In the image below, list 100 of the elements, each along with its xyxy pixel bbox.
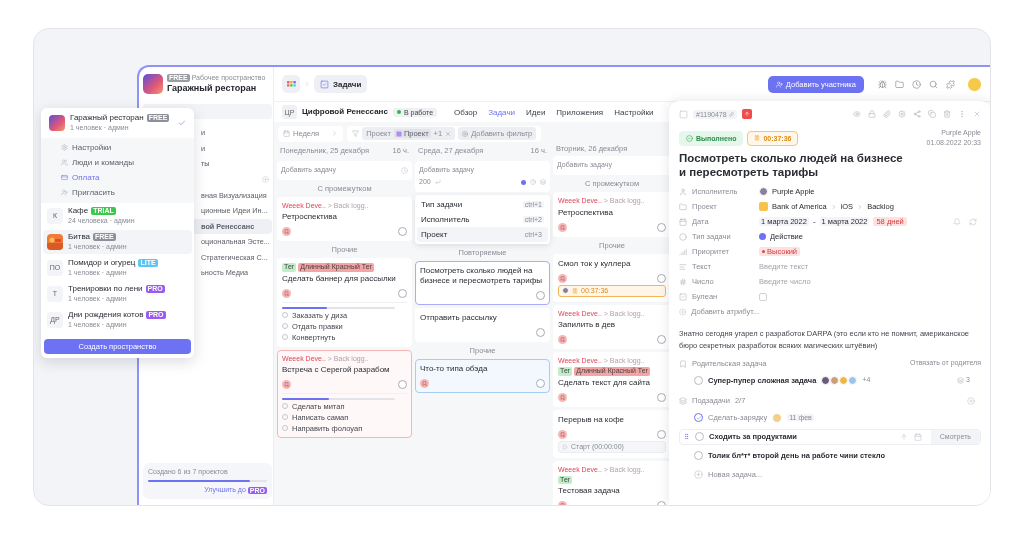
folder-icon[interactable] <box>895 79 904 89</box>
copy-icon[interactable] <box>928 110 936 118</box>
task-icon <box>320 79 329 89</box>
flag-button[interactable] <box>741 109 752 119</box>
puzzle-icon[interactable] <box>946 79 955 89</box>
clock-icon[interactable] <box>530 179 536 186</box>
card-title: Сделать текст для сайта <box>558 377 651 388</box>
complete-checkbox[interactable] <box>398 288 407 298</box>
apps-icon <box>286 81 296 87</box>
project-tab[interactable]: Идеи <box>526 107 546 117</box>
settings-icon[interactable] <box>898 110 906 118</box>
task-checkbox[interactable] <box>694 413 703 422</box>
bell-icon[interactable] <box>953 217 961 226</box>
people-icon <box>61 158 68 166</box>
avatar[interactable] <box>967 76 982 92</box>
workspace-logo <box>49 114 65 131</box>
close-icon[interactable] <box>973 110 981 118</box>
apps-button[interactable] <box>282 75 300 93</box>
clock-icon[interactable] <box>401 166 408 174</box>
task-card[interactable]: Что-то типа обэда <box>415 358 550 393</box>
bug-icon[interactable] <box>878 79 887 89</box>
menu-item[interactable]: Оплата <box>41 169 194 185</box>
workspace-name: Тренировки по лени <box>68 283 143 294</box>
priority-icon[interactable] <box>899 432 908 441</box>
complete-checkbox[interactable] <box>657 222 666 232</box>
date-separator: - <box>812 217 816 227</box>
complete-checkbox[interactable] <box>657 334 666 344</box>
complete-checkbox[interactable] <box>657 392 666 402</box>
menu-item-label: Проект <box>421 229 448 239</box>
parent-icon <box>679 359 687 368</box>
project-icon <box>558 222 567 232</box>
task-title: Посмотреть сколько людей на бизнесе и пересмотреть тарифы <box>679 150 904 180</box>
complete-checkbox[interactable] <box>398 227 407 237</box>
add-project-icon[interactable] <box>262 176 269 183</box>
drag-handle-icon[interactable] <box>683 433 690 440</box>
card-title: Ретроспектива <box>558 207 614 218</box>
paperclip-icon[interactable] <box>883 110 891 118</box>
sidebar-icon[interactable] <box>679 109 688 119</box>
card-title: Встреча с Серегой разрабом <box>282 364 391 375</box>
complete-checkbox[interactable] <box>398 379 407 389</box>
card-title: Отправить рассылку <box>420 312 498 323</box>
menu-item[interactable]: Настройки <box>41 139 194 155</box>
task-card[interactable]: Отправить рассылку <box>415 307 550 342</box>
project-tab[interactable]: Обзор <box>454 107 478 117</box>
number-icon <box>679 277 687 286</box>
complete-checkbox[interactable] <box>657 273 666 283</box>
chevron-icon <box>830 203 837 210</box>
repeat-icon[interactable] <box>969 217 977 226</box>
person-icon <box>679 187 687 196</box>
arrow-icon <box>743 111 750 117</box>
priority-icon <box>679 247 687 256</box>
project-icon <box>420 378 429 388</box>
card-title: Смол ток у куллера <box>558 258 632 269</box>
type-dot <box>521 179 526 185</box>
lock-icon[interactable] <box>868 110 876 118</box>
eye-icon[interactable] <box>853 110 861 118</box>
project-icon <box>558 273 567 283</box>
share-icon[interactable] <box>913 110 921 118</box>
avatar <box>759 187 768 197</box>
complete-checkbox[interactable] <box>536 327 545 337</box>
project-icon <box>282 379 291 389</box>
type-dot <box>759 233 766 241</box>
play-icon <box>562 443 568 450</box>
project-color-icon <box>395 130 402 137</box>
filter-icon[interactable] <box>352 130 360 137</box>
trash-icon[interactable] <box>943 110 951 118</box>
task-card[interactable]: Посмотреть сколько людей на бизнесе и пересмотреть тарифы <box>415 260 550 305</box>
clock-icon[interactable] <box>912 79 921 89</box>
menu-item[interactable]: Люди и команды <box>41 154 194 170</box>
search-icon[interactable] <box>929 79 938 89</box>
project-icon <box>558 392 567 402</box>
subtasks-icon <box>679 396 687 405</box>
project-icon <box>282 227 291 237</box>
complete-checkbox[interactable] <box>536 290 545 300</box>
project-icon <box>759 202 768 212</box>
close-icon[interactable] <box>445 130 452 137</box>
dates-icon <box>679 217 687 226</box>
menu-item[interactable]: Пригласить <box>41 184 194 200</box>
add-subtask-icon[interactable] <box>967 396 975 405</box>
workspace-name: Битва <box>68 231 90 242</box>
boolean-icon <box>679 292 687 301</box>
settings-icon <box>61 143 68 151</box>
menu-item-label: Тип задачи <box>421 199 463 209</box>
checkbox[interactable] <box>759 292 767 301</box>
workspace-logo <box>143 74 163 94</box>
project-tab[interactable]: Настройки <box>614 107 654 117</box>
chevron-icon <box>331 130 339 137</box>
pause-icon <box>572 287 578 294</box>
subtasks-icon <box>957 377 965 384</box>
workspace-name: Дни рождения котов <box>68 309 144 320</box>
calendar-icon[interactable] <box>913 432 922 441</box>
more-icon[interactable] <box>958 110 966 118</box>
complete-checkbox[interactable] <box>536 378 545 388</box>
complete-checkbox[interactable] <box>657 429 666 439</box>
project-tab[interactable]: Задачи <box>488 107 515 117</box>
card-title: Что-то типа обэда <box>420 363 489 374</box>
card-title: Запилить в дев <box>558 319 617 330</box>
breadcrumb-tab[interactable]: Задачи <box>314 75 368 93</box>
link-icon <box>728 111 734 117</box>
project-tab[interactable]: Приложения <box>556 107 604 117</box>
